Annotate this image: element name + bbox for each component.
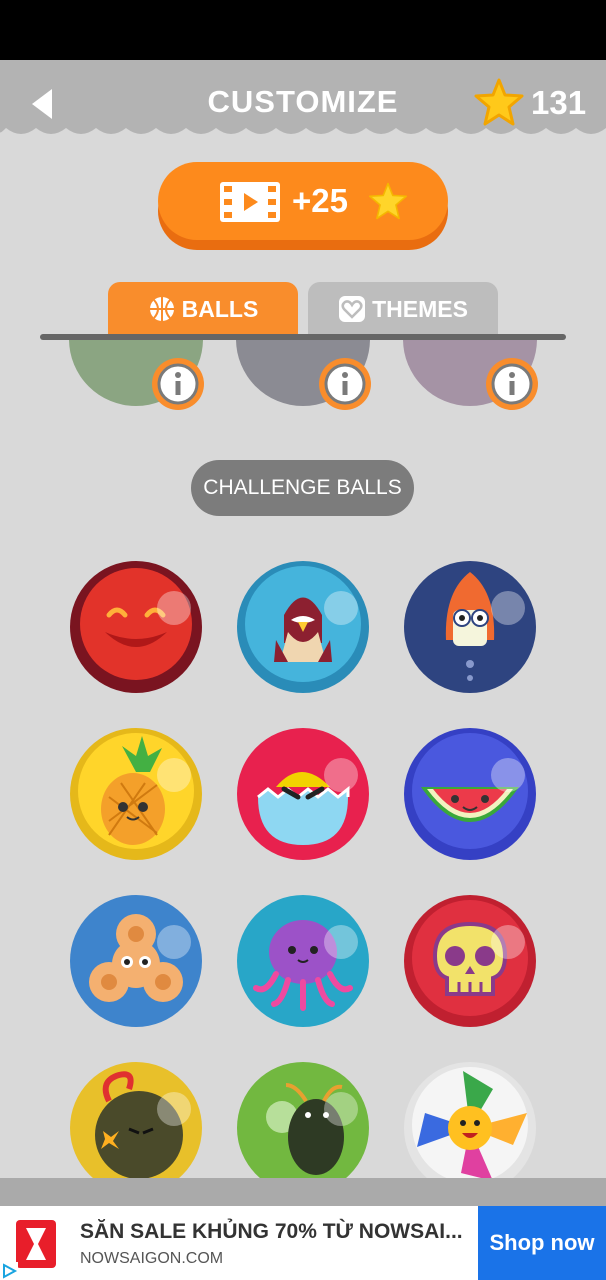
- watch-video-reward-button[interactable]: +25: [158, 162, 448, 250]
- star-count: 131: [531, 84, 587, 121]
- ad-url: NOWSAIGON.COM: [80, 1250, 224, 1267]
- octopus-icon[interactable]: [236, 894, 370, 1028]
- reward-amount: +25: [292, 182, 348, 219]
- shop-now-button[interactable]: Shop now: [478, 1206, 606, 1280]
- bug-icon[interactable]: [236, 1061, 370, 1178]
- info-icon[interactable]: [150, 356, 206, 412]
- info-icon[interactable]: [484, 356, 540, 412]
- tab-balls[interactable]: BALLS: [108, 282, 298, 336]
- eagle-icon[interactable]: [236, 560, 370, 694]
- cracked-egg-icon[interactable]: [236, 727, 370, 861]
- watermelon-icon[interactable]: [403, 727, 537, 861]
- challenge-balls-label: CHALLENGE BALLS: [191, 460, 414, 516]
- smiling-red-face-icon[interactable]: [69, 560, 203, 694]
- star-icon: [474, 78, 524, 126]
- status-bar: [0, 0, 606, 60]
- star-icon: [368, 182, 407, 220]
- pinwheel-icon[interactable]: [403, 1061, 537, 1178]
- tab-themes[interactable]: THEMES: [308, 282, 498, 336]
- info-icon[interactable]: [317, 356, 373, 412]
- film-icon: [220, 182, 280, 222]
- ad-banner[interactable]: SĂN SALE KHỦNG 70% TỪ NOWSAI... NOWSAIGO…: [0, 1206, 606, 1280]
- footer-bar: [0, 1178, 606, 1206]
- fidget-spinner-icon[interactable]: [69, 894, 203, 1028]
- tab-label: THEMES: [372, 295, 468, 322]
- skull-icon[interactable]: [403, 894, 537, 1028]
- adchoices-icon[interactable]: [0, 1262, 18, 1280]
- bomb-icon[interactable]: [69, 1061, 203, 1178]
- ball-row-partial: [0, 1061, 606, 1178]
- rocket-icon[interactable]: [403, 560, 537, 694]
- ad-title: SĂN SALE KHỦNG 70% TỪ NOWSAI...: [80, 1220, 463, 1243]
- heart-icon: [339, 296, 366, 322]
- tab-label: BALLS: [181, 295, 259, 322]
- pineapple-icon[interactable]: [69, 727, 203, 861]
- header: CUSTOMIZE 131: [0, 60, 606, 150]
- basketball-icon: [149, 297, 174, 321]
- hourglass-logo-icon: [16, 1220, 56, 1268]
